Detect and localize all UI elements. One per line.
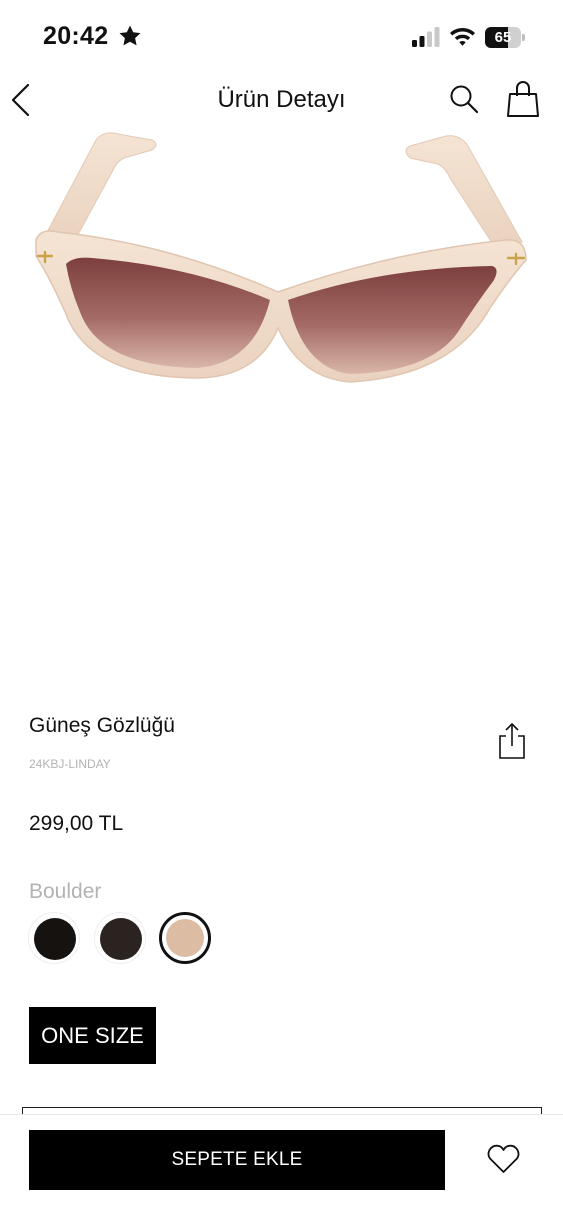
- swatch-color: [166, 919, 204, 957]
- app-header: Ürün Detayı: [0, 70, 563, 130]
- product-price: 299,00 TL: [29, 812, 124, 835]
- selected-color-name: Boulder: [29, 880, 102, 903]
- star-icon: [119, 25, 141, 46]
- color-swatch-black[interactable]: [28, 912, 80, 964]
- battery-icon: 65: [485, 27, 525, 48]
- wifi-icon: [450, 28, 475, 46]
- shopping-bag-icon[interactable]: [506, 80, 540, 118]
- product-name: Güneş Gözlüğü: [29, 714, 175, 737]
- swatch-color: [34, 918, 76, 960]
- battery-level-text: 65: [494, 29, 512, 46]
- swatch-color: [100, 918, 142, 960]
- share-icon[interactable]: [497, 722, 527, 760]
- heart-icon[interactable]: [487, 1144, 520, 1174]
- color-swatch-boulder-selected[interactable]: [159, 912, 211, 964]
- cellular-signal-icon: [412, 27, 440, 47]
- color-swatch-dark-brown[interactable]: [94, 912, 146, 964]
- status-bar: 20:42 65: [0, 0, 563, 70]
- status-time: 20:42: [43, 22, 109, 50]
- search-icon[interactable]: [449, 84, 479, 114]
- product-code: 24KBJ-LINDAY: [29, 757, 111, 771]
- add-to-cart-button[interactable]: SEPETE EKLE: [29, 1130, 445, 1190]
- product-image[interactable]: [0, 128, 563, 688]
- size-option-one-size[interactable]: ONE SIZE: [29, 1007, 156, 1064]
